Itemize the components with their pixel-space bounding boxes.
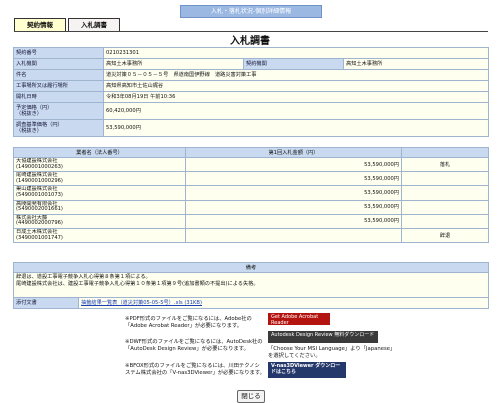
value-estimated-price: 60,420,000円 [103, 102, 489, 120]
adobe-reader-badge[interactable]: Get Adobe Acrobat Reader [268, 313, 330, 326]
vnas-download-badge[interactable]: V-nas3DViewer ダウンロードはこちら [268, 362, 346, 378]
bid-amount: 53,590,000円 [185, 171, 402, 187]
bidder-name: 株式会社大藤 (4490002000796) [13, 213, 186, 229]
table-row: 尾崎建設株式会社 (1490001000296) 53,590,000円 [13, 171, 489, 187]
label-location: 工事場所又は履行場所 [13, 80, 104, 92]
label-contract-no: 契約番号 [13, 47, 104, 59]
notes-table: 備考 辞退は、道設工事電子競争入札心得第８条第１項による。 尾崎建設株式会社は、… [13, 262, 489, 309]
bidder-name: 巣山建設株式会社 (5490001001073) [13, 185, 186, 201]
header-bidder-name: 業者名（法人番号） [13, 147, 186, 158]
bidder-name: 尾崎建設株式会社 (1490001000296) [13, 171, 186, 187]
bfox-notice: ※BFOX形式のファイルをご覧になるには、川田テクノシステム株式会社の「V-na… [125, 363, 265, 376]
bid-amount: 53,590,000円 [185, 156, 402, 173]
bid-amount: 53,590,000円 [185, 185, 402, 201]
table-row: 高陵開発有限会社 (5490002001661) 53,590,000円 [13, 199, 489, 215]
tab-bid-record[interactable]: 入札調書 [68, 18, 120, 32]
header-first-bid: 第1回入札金額（円） [185, 147, 402, 158]
contract-info-table: 契約番号 0210231301 入札機関 高知土木事務所 契約機関 高知土木事務… [13, 47, 489, 137]
value-survey-price: 53,590,000円 [103, 119, 489, 137]
table-row: 株式会社大藤 (4490002000796) 53,590,000円 [13, 213, 489, 229]
value-location: 高知県高知市土佐山梶谷 [103, 80, 489, 92]
bid-status [401, 171, 489, 187]
label-opening-date: 開札日時 [13, 91, 104, 103]
autodesk-download-badge[interactable]: Autodesk Design Review 無料ダウンロード [268, 331, 378, 343]
value-contract-no: 0210231301 [103, 47, 489, 59]
header-remarks [401, 147, 489, 158]
label-contract-agency: 契約機関 [243, 58, 344, 70]
notes-header: 備考 [13, 262, 489, 273]
close-button[interactable]: 閉じる [237, 390, 265, 403]
pdf-notice: ※PDF形式のファイルをご覧になるには、Adobe社の「Adobe Acroba… [125, 316, 252, 329]
table-row: 巣山建設株式会社 (5490001001073) 53,590,000円 [13, 185, 489, 201]
label-bid-agency: 入札機関 [13, 58, 104, 70]
notes-body: 辞退は、道設工事電子競争入札心得第８条第１項による。 尾崎建設株式会社は、建設工… [13, 272, 489, 298]
table-row: 大協建設株式会社 (1490001000263) 53,590,000円 落札 [13, 156, 489, 173]
bid-amount: 53,590,000円 [185, 199, 402, 215]
bidder-name: 高陵開発有限会社 (5490002001661) [13, 199, 186, 215]
attachment-link[interactable]: 抽籤結果一覧表（道災対策05-05-5号）.xls (31KB) [81, 300, 202, 306]
bid-amount: 53,590,000円 [185, 213, 402, 229]
tab-contract-info[interactable]: 契約情報 [14, 18, 66, 32]
attachment-cell: 抽籤結果一覧表（道災対策05-05-5号）.xls (31KB) [78, 297, 489, 309]
bidder-name: 大協建設株式会社 (1490001000263) [13, 156, 186, 173]
value-contract-agency: 高知土木事務所 [343, 58, 489, 70]
page-header-title: 入札・落札状況-個別詳細情報 [180, 5, 322, 18]
value-subject: 道災対策０５－０５－５号 県道南国伊野線 道路災害対策工事 [103, 69, 489, 81]
label-attachment: 添付文書 [13, 297, 79, 309]
value-opening-date: 令和3年08月19日 午前10:36 [103, 91, 489, 103]
bid-status [401, 199, 489, 215]
tab-bar: 契約情報 入札調書 [14, 18, 122, 32]
label-subject: 件名 [13, 69, 104, 81]
bid-amount [185, 227, 402, 244]
msi-language-note: 「Choose Your MSI Language」より「Japanese」を選… [268, 346, 396, 359]
bid-status: 落札 [401, 156, 489, 173]
label-estimated-price: 予定価格（円） （税抜き） [13, 102, 104, 120]
page-title: 入札調書 [228, 36, 272, 48]
table-row: 日成土木株式会社 (3490001001747) 辞退 [13, 227, 489, 244]
bid-status: 辞退 [401, 227, 489, 244]
bid-status [401, 213, 489, 229]
dwf-notice: ※DWF形式のファイルをご覧になるには、AutoDesk社の「AutoDesk … [125, 339, 263, 352]
bidders-table: 業者名（法人番号） 第1回入札金額（円） 大協建設株式会社 (1490001000… [13, 147, 489, 244]
value-bid-agency: 高知土木事務所 [103, 58, 244, 70]
bid-status [401, 185, 489, 201]
bidder-name: 日成土木株式会社 (3490001001747) [13, 227, 186, 244]
label-survey-price: 調査基準価格（円） （税抜き） [13, 119, 104, 137]
